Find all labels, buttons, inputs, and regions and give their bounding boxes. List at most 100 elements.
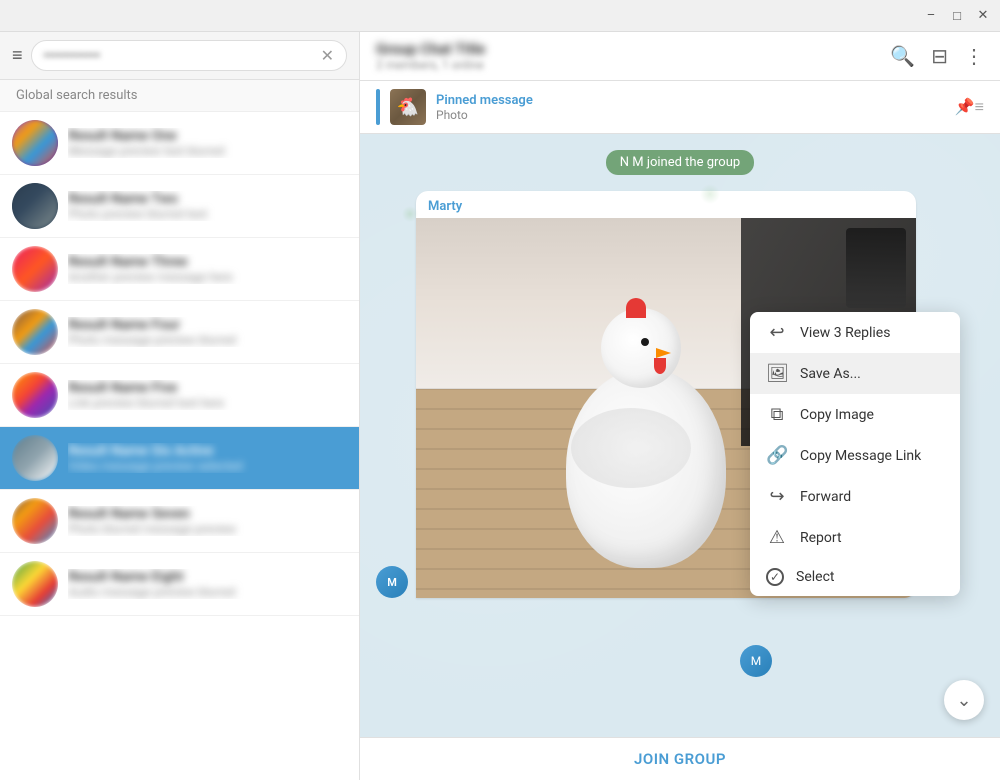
search-results-list: Result Name One Message preview text blu… <box>0 112 359 780</box>
chicken-figure <box>546 288 766 568</box>
select-label: Select <box>796 569 834 585</box>
title-bar: – □ ✕ <box>0 0 1000 32</box>
columns-icon[interactable]: ⊟ <box>931 44 948 68</box>
more-options-icon[interactable]: ⋮ <box>964 44 984 68</box>
forward-label: Forward <box>800 489 851 505</box>
copy-message-link-label: Copy Message Link <box>800 448 921 464</box>
avatar: M <box>740 645 772 677</box>
chicken-comb <box>626 298 646 318</box>
copy-image-icon: ⧉ <box>766 404 788 425</box>
search-bar: ≡ •••••••••••• ✕ <box>0 32 359 80</box>
select-icon: ✓ <box>766 568 784 586</box>
avatar <box>12 372 58 418</box>
context-menu: ↩ View 3 Replies 🖼 Save As... ⧉ Copy Ima… <box>750 312 960 596</box>
pin-accent <box>376 89 380 125</box>
pin-thumbnail: 🐔 <box>390 89 426 125</box>
result-content: Result Name Five Link preview blurred te… <box>68 380 347 410</box>
message-sender: Marty <box>416 191 916 218</box>
select-menu-item[interactable]: ✓ Select <box>750 558 960 596</box>
result-name: Result Name Seven <box>68 506 347 522</box>
result-name: Result Name Eight <box>68 569 347 585</box>
result-desc: Audio message preview blurred <box>68 585 347 599</box>
avatar <box>12 561 58 607</box>
result-desc: Photo blurred message preview <box>68 522 347 536</box>
avatar <box>12 498 58 544</box>
result-name: Result Name Four <box>68 317 347 333</box>
chicken-wattle <box>654 358 666 374</box>
list-item[interactable]: Result Name Five Link preview blurred te… <box>0 364 359 427</box>
chat-panel: Group Chat Title 2 members, 1 online 🔍 ⊟… <box>360 32 1000 780</box>
list-item[interactable]: Result Name Eight Audio message preview … <box>0 553 359 616</box>
chicken-wing <box>571 408 691 488</box>
search-input-wrapper[interactable]: •••••••••••• ✕ <box>31 40 347 71</box>
hamburger-icon[interactable]: ≡ <box>12 45 23 66</box>
pin-thumbnail-inner: 🐔 <box>390 89 426 125</box>
result-name: Result Name One <box>68 128 347 144</box>
system-message: N M joined the group <box>376 150 984 175</box>
view-replies-menu-item[interactable]: ↩ View 3 Replies <box>750 312 960 353</box>
pin-desc: Photo <box>436 108 945 122</box>
sidebar: ≡ •••••••••••• ✕ Global search results R… <box>0 32 360 780</box>
list-item[interactable]: Result Name Seven Photo blurred message … <box>0 490 359 553</box>
avatar: M <box>376 566 408 598</box>
minimize-button[interactable]: – <box>922 7 940 25</box>
system-message-bubble: N M joined the group <box>606 150 754 175</box>
avatar <box>12 435 58 481</box>
close-button[interactable]: ✕ <box>974 7 992 25</box>
pinned-message-banner[interactable]: 🐔 Pinned message Photo 📌≡ <box>360 81 1000 134</box>
copy-message-link-menu-item[interactable]: 🔗 Copy Message Link <box>750 435 960 476</box>
scroll-down-icon: ⌄ <box>956 690 971 711</box>
result-desc: Video message preview selected <box>68 459 347 473</box>
result-name: Result Name Six Active <box>68 443 347 459</box>
dark-object <box>846 228 906 308</box>
maximize-button[interactable]: □ <box>948 7 966 25</box>
list-item[interactable]: Result Name One Message preview text blu… <box>0 112 359 175</box>
result-content: Result Name Eight Audio message preview … <box>68 569 347 599</box>
result-content: Result Name Six Active Video message pre… <box>68 443 347 473</box>
pin-label: Pinned message <box>436 93 945 108</box>
clear-search-icon[interactable]: ✕ <box>321 46 334 65</box>
forward-menu-item[interactable]: ↪ Forward <box>750 476 960 517</box>
save-as-label: Save As... <box>800 366 861 382</box>
chat-status: 2 members, 1 online <box>376 58 880 72</box>
pin-info: Pinned message Photo <box>436 93 945 122</box>
result-desc: Another preview message here <box>68 270 347 284</box>
report-menu-item[interactable]: ⚠ Report <box>750 517 960 558</box>
result-content: Result Name Seven Photo blurred message … <box>68 506 347 536</box>
save-as-menu-item[interactable]: 🖼 Save As... <box>750 353 960 394</box>
chat-name: Group Chat Title <box>376 40 880 58</box>
chat-footer: JOIN GROUP <box>360 737 1000 780</box>
join-group-button[interactable]: JOIN GROUP <box>634 750 726 768</box>
result-name: Result Name Two <box>68 191 347 207</box>
scroll-down-button[interactable]: ⌄ <box>944 680 984 720</box>
result-desc: Photo message preview blurred <box>68 333 347 347</box>
search-input[interactable]: •••••••••••• <box>44 48 321 64</box>
result-name: Result Name Three <box>68 254 347 270</box>
result-desc: Message preview text blurred <box>68 144 347 158</box>
unpin-icon[interactable]: 📌≡ <box>955 97 984 117</box>
list-item[interactable]: Result Name Three Another preview messag… <box>0 238 359 301</box>
copy-image-menu-item[interactable]: ⧉ Copy Image <box>750 394 960 435</box>
result-content: Result Name Four Photo message preview b… <box>68 317 347 347</box>
save-as-icon: 🖼 <box>766 363 788 384</box>
list-item[interactable]: Result Name Six Active Video message pre… <box>0 427 359 490</box>
report-icon: ⚠ <box>766 527 788 548</box>
list-item[interactable]: Result Name Four Photo message preview b… <box>0 301 359 364</box>
chicken-eye <box>641 338 649 346</box>
result-content: Result Name Three Another preview messag… <box>68 254 347 284</box>
avatar <box>12 183 58 229</box>
search-icon[interactable]: 🔍 <box>890 44 915 68</box>
list-item[interactable]: Result Name Two Photo preview blurred te… <box>0 175 359 238</box>
global-search-label: Global search results <box>0 80 359 112</box>
result-content: Result Name One Message preview text blu… <box>68 128 347 158</box>
result-name: Result Name Five <box>68 380 347 396</box>
result-desc: Link preview blurred text here <box>68 396 347 410</box>
avatar <box>12 120 58 166</box>
message-avatar-bottom: M <box>740 645 772 677</box>
chicken-head <box>601 308 681 388</box>
report-label: Report <box>800 530 842 546</box>
copy-message-link-icon: 🔗 <box>766 445 788 466</box>
result-desc: Photo preview blurred text <box>68 207 347 221</box>
forward-icon: ↪ <box>766 486 788 507</box>
copy-image-label: Copy Image <box>800 407 874 423</box>
